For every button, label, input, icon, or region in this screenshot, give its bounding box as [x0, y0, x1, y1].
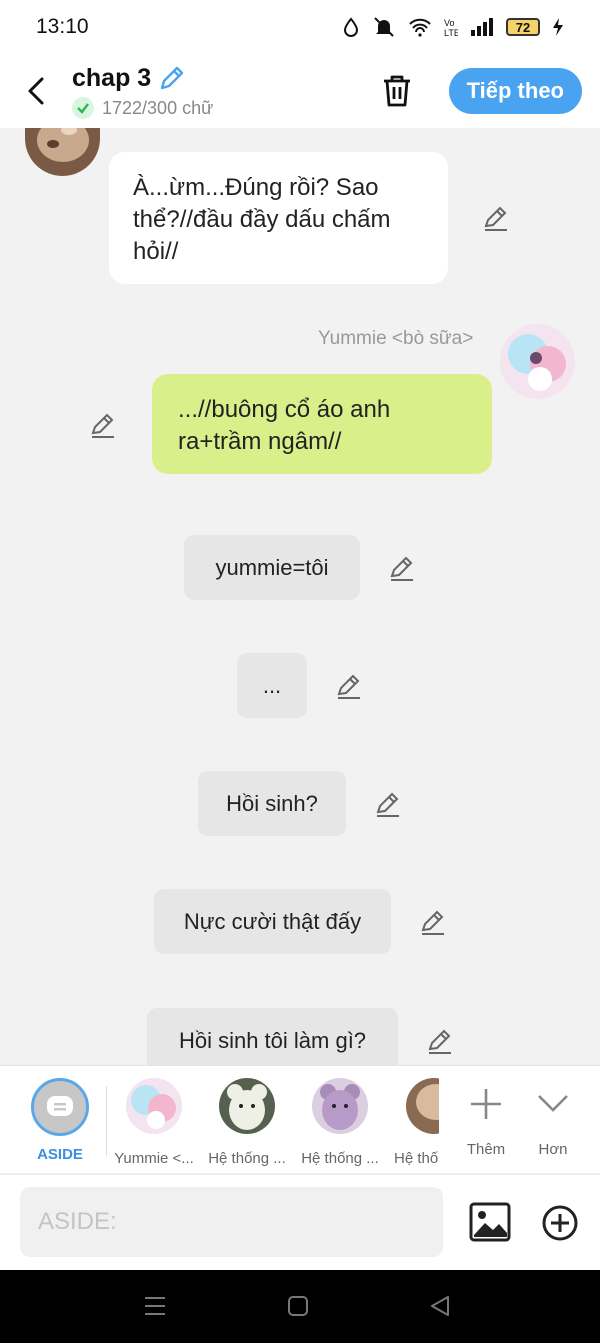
signal-icon: [471, 18, 493, 36]
aside-bubble[interactable]: ...: [237, 653, 307, 718]
volte-icon: VoLTE: [444, 18, 458, 37]
bear-avatar: [312, 1078, 368, 1134]
edit-message-icon[interactable]: [419, 908, 447, 936]
plus-circle-icon: [542, 1205, 578, 1241]
add-button[interactable]: [540, 1203, 580, 1243]
yummie-avatar[interactable]: [500, 324, 575, 399]
cat-avatar[interactable]: [25, 128, 100, 176]
edit-message-icon[interactable]: [374, 790, 402, 818]
aside-bubble[interactable]: Hồi sinh?: [198, 771, 346, 836]
aside-bubble[interactable]: yummie=tôi: [184, 535, 360, 600]
edit-title-icon[interactable]: [157, 63, 187, 93]
character-system-1[interactable]: Hệ thống ...: [205, 1078, 289, 1167]
back-nav-icon[interactable]: [428, 1294, 452, 1318]
page-title: chap 3: [72, 63, 152, 92]
plus-icon: [471, 1089, 501, 1119]
character-label: Hệ thống ...: [208, 1150, 286, 1167]
character-label: Hệ thống ...: [301, 1150, 379, 1167]
svg-text:Vo: Vo: [444, 18, 455, 28]
image-button[interactable]: [468, 1201, 512, 1245]
my-message-bubble[interactable]: ...//buông cổ áo anh ra+trầm ngâm//: [152, 374, 492, 474]
cat-avatar: [406, 1078, 439, 1134]
back-button[interactable]: [0, 54, 72, 128]
status-bar: 13:10 Vo LTE 72: [0, 0, 600, 54]
character-system-2[interactable]: Hệ thống ...: [298, 1078, 382, 1167]
svg-text:LTE: LTE: [444, 28, 458, 37]
app-header: chap 3 1722/300 chữ Tiếp theo: [0, 54, 600, 128]
character-label: Yummie <...: [114, 1150, 194, 1167]
home-nav-icon[interactable]: [286, 1294, 310, 1318]
character-system-3[interactable]: Hệ thố: [391, 1078, 439, 1167]
input-row: [0, 1174, 600, 1270]
divider: [106, 1086, 107, 1156]
character-label: ASIDE: [37, 1146, 83, 1163]
check-icon: [72, 97, 94, 119]
edit-message-icon[interactable]: [89, 411, 117, 439]
chat-area[interactable]: À...ừm...Đúng rồi? Sao thể?//đầu đầy dấu…: [0, 128, 600, 1065]
character-yummie[interactable]: Yummie <...: [112, 1078, 196, 1167]
chevron-down-icon: [538, 1095, 568, 1112]
charging-icon: [553, 18, 563, 36]
wifi-icon: [409, 18, 431, 37]
image-icon: [469, 1202, 511, 1242]
edit-message-icon[interactable]: [426, 1027, 454, 1055]
character-aside[interactable]: ASIDE: [18, 1078, 102, 1163]
status-icons: Vo LTE 72: [342, 16, 564, 38]
chevron-left-icon: [28, 77, 44, 105]
edit-message-icon[interactable]: [482, 204, 510, 232]
message-bubble[interactable]: À...ừm...Đúng rồi? Sao thể?//đầu đầy dấu…: [109, 152, 448, 284]
character-bar: ASIDE Yummie <... Hệ thống ... Hệ thống …: [0, 1065, 600, 1173]
battery-icon: 72: [506, 18, 540, 36]
delete-button[interactable]: [367, 61, 427, 121]
character-label: Hệ thố: [394, 1150, 439, 1167]
title-block: chap 3 1722/300 chữ: [72, 63, 367, 119]
data-saver-icon: [343, 17, 359, 37]
collapse-button[interactable]: Hơn: [511, 1078, 595, 1158]
edit-message-icon[interactable]: [335, 672, 363, 700]
trash-icon: [383, 75, 410, 107]
aside-bubble[interactable]: Nực cười thật đấy: [154, 889, 391, 954]
yummie-avatar: [126, 1078, 182, 1134]
bear-avatar: [219, 1078, 275, 1134]
menu-nav-icon[interactable]: [143, 1294, 167, 1318]
system-nav-bar: [0, 1270, 600, 1343]
word-count: 1722/300 chữ: [102, 97, 214, 118]
sender-name: Yummie <bò sữa>: [318, 328, 474, 349]
muted-bell-icon: [374, 17, 394, 37]
edit-message-icon[interactable]: [388, 554, 416, 582]
status-time: 13:10: [36, 15, 89, 38]
aside-bubble[interactable]: Hồi sinh tôi làm gì?: [147, 1008, 398, 1065]
less-label: Hơn: [538, 1141, 568, 1158]
aside-icon: [31, 1078, 89, 1136]
next-button[interactable]: Tiếp theo: [448, 68, 582, 114]
message-input[interactable]: [20, 1187, 443, 1257]
